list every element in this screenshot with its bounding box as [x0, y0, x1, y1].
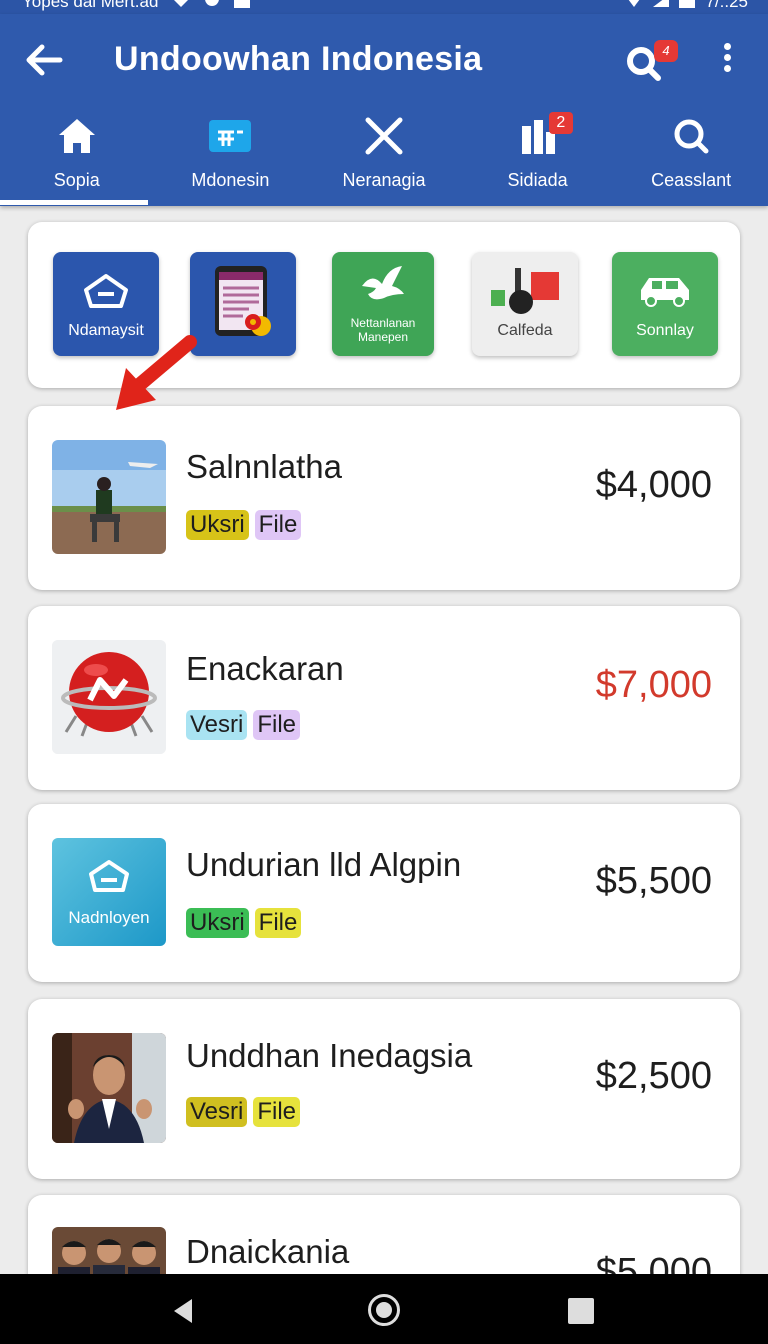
- list-item[interactable]: Undd​han Inedagsia Vesri File $2,500: [28, 999, 740, 1179]
- item-tags: Vesri File: [186, 710, 301, 740]
- search-icon: [674, 119, 709, 154]
- tab-badge: 2: [548, 112, 573, 134]
- home-circle-icon: [376, 1302, 392, 1318]
- item-price: $2,500: [595, 1055, 712, 1097]
- cellular-icon: [653, 0, 670, 9]
- shortcut-label: Sonnlay: [636, 322, 694, 339]
- shortcut-tablet[interactable]: [190, 252, 296, 356]
- card-icon: [209, 120, 252, 152]
- list-item[interactable]: Enackaran Vesri File $7,000: [28, 606, 740, 790]
- tab-label: Neranagia: [342, 170, 426, 190]
- more-vert-icon: [712, 43, 742, 72]
- shortcut-label: Nettanlanan Manepen: [350, 316, 416, 344]
- car-icon: [641, 278, 689, 307]
- item-title: Dnaickania: [186, 1233, 350, 1270]
- house-icon: [84, 274, 128, 308]
- shortcut-calfeda[interactable]: Calfeda: [472, 252, 578, 356]
- item-title: Undd​han Inedagsia: [186, 1037, 473, 1074]
- status-carrier-text: Yopes dai Mert.ad: [22, 0, 159, 11]
- item-thumbnail: [52, 440, 166, 554]
- item-title: Salnnlatha: [186, 448, 342, 485]
- notification-square-icon: [234, 0, 251, 8]
- nav-recents-button[interactable]: [568, 1298, 594, 1324]
- item-thumbnail: [52, 1033, 166, 1143]
- notification-icon: [204, 0, 220, 9]
- home-icon: [58, 119, 95, 153]
- shortcut-label: Calfeda: [497, 322, 553, 339]
- app-bar: Undoowhan Indonesia 4 Sopia Mdonesin Ner…: [0, 14, 768, 206]
- item-title: Undurian lld Algpin: [186, 846, 462, 883]
- active-tab-indicator: [0, 200, 148, 205]
- more-options-button[interactable]: [712, 40, 742, 80]
- item-tags: Vesri File: [186, 1097, 301, 1127]
- tab-ceasslant[interactable]: Ceasslant: [614, 112, 768, 206]
- tab-label: Sidiada: [507, 170, 568, 190]
- tag: Vesri: [186, 710, 248, 740]
- system-nav-bar: [0, 1274, 768, 1344]
- house-icon: [89, 860, 129, 892]
- item-tags: Uksri File: [186, 510, 302, 540]
- wifi-icon: [172, 0, 190, 9]
- page-title: Undoowhan Indonesia: [114, 40, 483, 78]
- item-tags: Uksri File: [186, 908, 302, 938]
- arrow-left-icon: [26, 44, 63, 76]
- tab-bar: Sopia Mdonesin Neranagia 2 Sidiada Ceass…: [0, 112, 768, 206]
- tab-mdonesin[interactable]: Mdonesin: [154, 112, 308, 206]
- tag: File: [253, 710, 301, 740]
- item-title: Enackaran: [186, 650, 344, 687]
- nav-back-button[interactable]: [172, 1298, 194, 1329]
- tab-sopia[interactable]: Sopia: [0, 112, 154, 206]
- signal-icon: [625, 0, 643, 9]
- battery-icon: [679, 0, 696, 8]
- status-bar: Yopes dai Mert.ad 7/:.25: [0, 0, 768, 14]
- shortcut-sonnlay[interactable]: Sonnlay: [612, 252, 718, 356]
- tag: Uksri: [186, 510, 249, 540]
- search-badge: 4: [654, 40, 678, 62]
- list-item[interactable]: Nadnloyen Undurian lld Algpin Uksri File…: [28, 804, 740, 982]
- thumbnail-label: Nadnloyen: [68, 908, 150, 927]
- tag: Vesri: [186, 1097, 248, 1127]
- close-icon: [365, 117, 403, 155]
- tab-neranagia[interactable]: Neranagia: [307, 112, 461, 206]
- status-time: 7/:.25: [705, 0, 748, 11]
- tab-label: Ceasslant: [651, 170, 732, 190]
- tag: File: [254, 510, 302, 540]
- triangle-back-icon: [174, 1299, 192, 1323]
- tablet-icon: [215, 266, 271, 336]
- item-price: $5,500: [595, 860, 712, 902]
- tab-sidiada[interactable]: 2 Sidiada: [461, 112, 615, 206]
- tag: File: [254, 908, 302, 938]
- item-price: $7,000: [595, 664, 712, 706]
- pointer-arrow-icon: [116, 335, 197, 410]
- nav-home-button[interactable]: [368, 1294, 400, 1326]
- back-button[interactable]: [22, 38, 66, 82]
- item-price: $4,000: [595, 464, 712, 506]
- search-button[interactable]: 4: [622, 38, 682, 82]
- tag: Uksri: [186, 908, 249, 938]
- tab-label: Mdonesin: [191, 170, 270, 190]
- shortcut-nettanlanan[interactable]: Nettanlanan Manepen: [332, 252, 434, 356]
- item-thumbnail: Nadnloyen: [52, 838, 166, 946]
- chart-icon: [491, 268, 559, 314]
- list-item[interactable]: Salnnlatha Uksri File $4,000: [28, 406, 740, 590]
- tab-label: Sopia: [53, 170, 100, 190]
- bird-icon: [362, 266, 404, 300]
- tag: File: [253, 1097, 301, 1127]
- item-thumbnail: [52, 640, 166, 754]
